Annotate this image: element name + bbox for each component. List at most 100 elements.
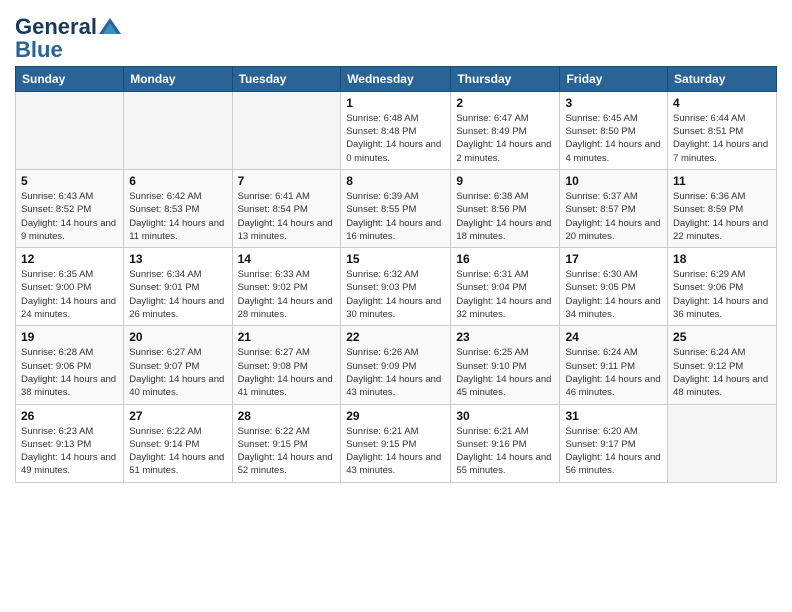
day-number: 29 — [346, 409, 445, 423]
logo: General Blue — [15, 10, 121, 60]
calendar-cell: 4 Sunrise: 6:44 AM Sunset: 8:51 PM Daylig… — [668, 91, 777, 169]
logo-icon — [99, 18, 121, 34]
day-number: 1 — [346, 96, 445, 110]
calendar-week-4: 19 Sunrise: 6:28 AM Sunset: 9:06 PM Dayli… — [16, 326, 777, 404]
day-info: Sunrise: 6:22 AM Sunset: 9:14 PM Dayligh… — [129, 425, 226, 478]
dow-header-wednesday: Wednesday — [341, 66, 451, 91]
day-number: 28 — [238, 409, 336, 423]
day-number: 8 — [346, 174, 445, 188]
calendar-cell: 31 Sunrise: 6:20 AM Sunset: 9:17 PM Dayli… — [560, 404, 668, 482]
day-number: 30 — [456, 409, 554, 423]
calendar-cell: 3Sunrise: 6:45 AM Sunset: 8:50 PM Daylig… — [560, 91, 668, 169]
day-info: Sunrise: 6:30 AM Sunset: 9:05 PM Dayligh… — [565, 268, 662, 321]
day-info: Sunrise: 6:47 AM Sunset: 8:49 PM Dayligh… — [456, 112, 554, 165]
day-info: Sunrise: 6:37 AM Sunset: 8:57 PM Dayligh… — [565, 190, 662, 243]
day-info: Sunrise: 6:38 AM Sunset: 8:56 PM Dayligh… — [456, 190, 554, 243]
calendar-cell: 23 Sunrise: 6:25 AM Sunset: 9:10 PM Dayli… — [451, 326, 560, 404]
calendar-cell: 21 Sunrise: 6:27 AM Sunset: 9:08 PM Dayli… — [232, 326, 341, 404]
day-info: Sunrise: 6:20 AM Sunset: 9:17 PM Dayligh… — [565, 425, 662, 478]
day-info: Sunrise: 6:42 AM Sunset: 8:53 PM Dayligh… — [129, 190, 226, 243]
calendar-week-5: 26Sunrise: 6:23 AM Sunset: 9:13 PM Dayli… — [16, 404, 777, 482]
day-number: 5 — [21, 174, 118, 188]
day-info: Sunrise: 6:31 AM Sunset: 9:04 PM Dayligh… — [456, 268, 554, 321]
day-info: Sunrise: 6:29 AM Sunset: 9:06 PM Dayligh… — [673, 268, 771, 321]
day-number: 27 — [129, 409, 226, 423]
day-number: 2 — [456, 96, 554, 110]
day-info: Sunrise: 6:36 AM Sunset: 8:59 PM Dayligh… — [673, 190, 771, 243]
dow-header-thursday: Thursday — [451, 66, 560, 91]
day-info: Sunrise: 6:41 AM Sunset: 8:54 PM Dayligh… — [238, 190, 336, 243]
calendar-cell: 26Sunrise: 6:23 AM Sunset: 9:13 PM Dayli… — [16, 404, 124, 482]
calendar-cell: 13Sunrise: 6:34 AM Sunset: 9:01 PM Dayli… — [124, 248, 232, 326]
day-number: 14 — [238, 252, 336, 266]
calendar-cell: 24 Sunrise: 6:24 AM Sunset: 9:11 PM Dayli… — [560, 326, 668, 404]
day-number: 9 — [456, 174, 554, 188]
day-info: Sunrise: 6:35 AM Sunset: 9:00 PM Dayligh… — [21, 268, 118, 321]
calendar-cell: 20 Sunrise: 6:27 AM Sunset: 9:07 PM Dayli… — [124, 326, 232, 404]
calendar-cell: 29 Sunrise: 6:21 AM Sunset: 9:15 PM Dayli… — [341, 404, 451, 482]
calendar-cell: 5Sunrise: 6:43 AM Sunset: 8:52 PM Daylig… — [16, 169, 124, 247]
dow-header-friday: Friday — [560, 66, 668, 91]
page-header: General Blue — [15, 10, 777, 60]
calendar-cell: 1 Sunrise: 6:48 AM Sunset: 8:48 PM Daylig… — [341, 91, 451, 169]
day-number: 22 — [346, 330, 445, 344]
calendar-cell: 9 Sunrise: 6:38 AM Sunset: 8:56 PM Daylig… — [451, 169, 560, 247]
day-info: Sunrise: 6:26 AM Sunset: 9:09 PM Dayligh… — [346, 346, 445, 399]
day-number: 25 — [673, 330, 771, 344]
day-info: Sunrise: 6:32 AM Sunset: 9:03 PM Dayligh… — [346, 268, 445, 321]
day-info: Sunrise: 6:25 AM Sunset: 9:10 PM Dayligh… — [456, 346, 554, 399]
day-number: 17 — [565, 252, 662, 266]
day-info: Sunrise: 6:44 AM Sunset: 8:51 PM Dayligh… — [673, 112, 771, 165]
calendar-table: SundayMondayTuesdayWednesdayThursdayFrid… — [15, 66, 777, 483]
calendar-cell: 19 Sunrise: 6:28 AM Sunset: 9:06 PM Dayli… — [16, 326, 124, 404]
dow-header-monday: Monday — [124, 66, 232, 91]
day-of-week-row: SundayMondayTuesdayWednesdayThursdayFrid… — [16, 66, 777, 91]
calendar-cell: 27 Sunrise: 6:22 AM Sunset: 9:14 PM Dayli… — [124, 404, 232, 482]
calendar-cell — [124, 91, 232, 169]
day-info: Sunrise: 6:22 AM Sunset: 9:15 PM Dayligh… — [238, 425, 336, 478]
day-number: 6 — [129, 174, 226, 188]
day-number: 4 — [673, 96, 771, 110]
day-info: Sunrise: 6:48 AM Sunset: 8:48 PM Dayligh… — [346, 112, 445, 165]
calendar-week-3: 12Sunrise: 6:35 AM Sunset: 9:00 PM Dayli… — [16, 248, 777, 326]
day-number: 10 — [565, 174, 662, 188]
calendar-cell: 2 Sunrise: 6:47 AM Sunset: 8:49 PM Daylig… — [451, 91, 560, 169]
calendar-cell: 30 Sunrise: 6:21 AM Sunset: 9:16 PM Dayli… — [451, 404, 560, 482]
dow-header-tuesday: Tuesday — [232, 66, 341, 91]
day-info: Sunrise: 6:21 AM Sunset: 9:15 PM Dayligh… — [346, 425, 445, 478]
dow-header-saturday: Saturday — [668, 66, 777, 91]
day-info: Sunrise: 6:27 AM Sunset: 9:07 PM Dayligh… — [129, 346, 226, 399]
day-info: Sunrise: 6:24 AM Sunset: 9:11 PM Dayligh… — [565, 346, 662, 399]
calendar-cell: 18Sunrise: 6:29 AM Sunset: 9:06 PM Dayli… — [668, 248, 777, 326]
day-number: 24 — [565, 330, 662, 344]
calendar-cell: 12Sunrise: 6:35 AM Sunset: 9:00 PM Dayli… — [16, 248, 124, 326]
calendar-cell — [232, 91, 341, 169]
day-number: 21 — [238, 330, 336, 344]
day-number: 20 — [129, 330, 226, 344]
day-number: 7 — [238, 174, 336, 188]
calendar-cell: 28 Sunrise: 6:22 AM Sunset: 9:15 PM Dayli… — [232, 404, 341, 482]
calendar-cell: 6 Sunrise: 6:42 AM Sunset: 8:53 PM Daylig… — [124, 169, 232, 247]
calendar-cell: 17 Sunrise: 6:30 AM Sunset: 9:05 PM Dayli… — [560, 248, 668, 326]
day-info: Sunrise: 6:27 AM Sunset: 9:08 PM Dayligh… — [238, 346, 336, 399]
calendar-cell: 15Sunrise: 6:32 AM Sunset: 9:03 PM Dayli… — [341, 248, 451, 326]
calendar-cell: 16 Sunrise: 6:31 AM Sunset: 9:04 PM Dayli… — [451, 248, 560, 326]
calendar-week-1: 1 Sunrise: 6:48 AM Sunset: 8:48 PM Daylig… — [16, 91, 777, 169]
day-info: Sunrise: 6:33 AM Sunset: 9:02 PM Dayligh… — [238, 268, 336, 321]
calendar-cell: 22 Sunrise: 6:26 AM Sunset: 9:09 PM Dayli… — [341, 326, 451, 404]
day-number: 23 — [456, 330, 554, 344]
day-info: Sunrise: 6:21 AM Sunset: 9:16 PM Dayligh… — [456, 425, 554, 478]
dow-header-sunday: Sunday — [16, 66, 124, 91]
calendar-week-2: 5Sunrise: 6:43 AM Sunset: 8:52 PM Daylig… — [16, 169, 777, 247]
day-number: 16 — [456, 252, 554, 266]
calendar-cell: 14 Sunrise: 6:33 AM Sunset: 9:02 PM Dayli… — [232, 248, 341, 326]
day-info: Sunrise: 6:23 AM Sunset: 9:13 PM Dayligh… — [21, 425, 118, 478]
calendar-cell: 7 Sunrise: 6:41 AM Sunset: 8:54 PM Daylig… — [232, 169, 341, 247]
calendar-cell: 25Sunrise: 6:24 AM Sunset: 9:12 PM Dayli… — [668, 326, 777, 404]
day-info: Sunrise: 6:34 AM Sunset: 9:01 PM Dayligh… — [129, 268, 226, 321]
calendar-cell — [16, 91, 124, 169]
day-number: 19 — [21, 330, 118, 344]
day-info: Sunrise: 6:45 AM Sunset: 8:50 PM Dayligh… — [565, 112, 662, 165]
day-info: Sunrise: 6:28 AM Sunset: 9:06 PM Dayligh… — [21, 346, 118, 399]
day-number: 31 — [565, 409, 662, 423]
